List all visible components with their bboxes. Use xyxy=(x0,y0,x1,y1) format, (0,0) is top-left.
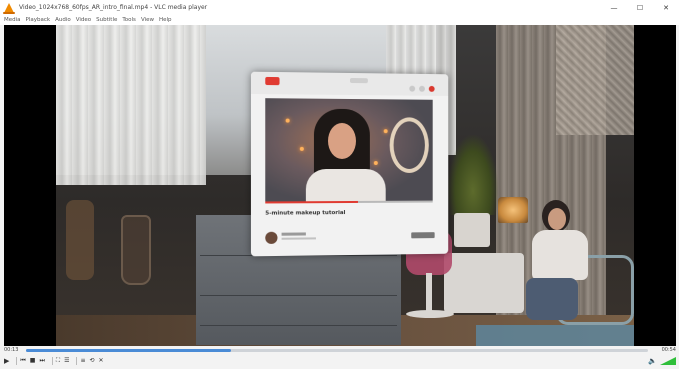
menu-media[interactable]: Media xyxy=(4,17,21,23)
minimize-button[interactable]: — xyxy=(601,0,627,15)
ar-record-icon xyxy=(428,85,435,92)
video-frame: 5-minute makeup tutorial xyxy=(56,25,634,346)
window-title: Video_1024x768_60fps_AR_intro_final.mp4 … xyxy=(19,4,208,11)
vlc-cone-icon xyxy=(3,2,15,14)
ar-browser-topbar xyxy=(250,71,449,96)
close-button[interactable]: ✕ xyxy=(653,0,679,15)
rug xyxy=(476,325,634,346)
ar-url-bar xyxy=(350,77,368,84)
volume-control: 🔈 xyxy=(648,357,676,365)
channel-name-placeholder xyxy=(281,232,306,236)
subscribe-button xyxy=(411,232,435,239)
seek-slider[interactable] xyxy=(26,349,648,352)
channel-meta-placeholder xyxy=(281,237,316,240)
video-site-logo-icon xyxy=(265,76,280,86)
loop-icon[interactable]: ⟲ xyxy=(90,356,95,366)
previous-icon[interactable]: ⏮ xyxy=(20,356,25,366)
speaker-icon[interactable]: 🔈 xyxy=(648,357,657,365)
plant xyxy=(448,135,498,215)
fullscreen-icon[interactable]: ⛶ xyxy=(56,356,60,366)
playback-controls: ▶ ⏮ ■ ⏭ ⛶ ☰ ≡ ⟲ ✕ 🔈 xyxy=(4,355,676,367)
plant-pot xyxy=(454,213,490,247)
chair-base xyxy=(406,310,454,318)
maximize-button[interactable]: ☐ xyxy=(627,0,653,15)
ar-video-thumbnail xyxy=(265,98,433,204)
video-display[interactable]: 5-minute makeup tutorial xyxy=(4,25,676,346)
side-table xyxy=(444,253,524,313)
seek-bar: 00:13 00:54 xyxy=(4,347,676,353)
menu-bar: Media Playback Audio Video Subtitle Tool… xyxy=(0,15,679,25)
ar-video-title: 5-minute makeup tutorial xyxy=(265,210,346,217)
seated-person xyxy=(526,200,596,320)
window-controls: — ☐ ✕ xyxy=(601,0,679,15)
hanging-net-bag xyxy=(121,215,151,285)
ar-dot-icon xyxy=(409,85,416,92)
chair-stand xyxy=(426,273,432,313)
stop-icon[interactable]: ■ xyxy=(30,356,36,366)
shuffle-icon[interactable]: ✕ xyxy=(99,356,104,366)
playlist-icon[interactable]: ≡ xyxy=(80,356,85,366)
ar-dot-icon xyxy=(419,85,425,92)
next-icon[interactable]: ⏭ xyxy=(39,356,44,366)
hanging-bag xyxy=(66,200,94,280)
title-bar: Video_1024x768_60fps_AR_intro_final.mp4 … xyxy=(0,0,679,15)
vlc-window: Video_1024x768_60fps_AR_intro_final.mp4 … xyxy=(0,0,679,369)
channel-avatar xyxy=(265,231,278,244)
time-total: 00:54 xyxy=(661,347,676,353)
menu-help[interactable]: Help xyxy=(159,17,172,23)
extended-settings-icon[interactable]: ☰ xyxy=(64,356,69,366)
menu-audio[interactable]: Audio xyxy=(55,17,71,23)
macrame-wall-hanging xyxy=(556,25,634,135)
ar-video-progress xyxy=(265,200,433,204)
menu-playback[interactable]: Playback xyxy=(26,17,51,23)
volume-slider[interactable] xyxy=(660,357,676,365)
seek-fill xyxy=(26,349,232,352)
menu-tools[interactable]: Tools xyxy=(122,17,136,23)
menu-video[interactable]: Video xyxy=(76,17,91,23)
play-icon[interactable]: ▶ xyxy=(4,356,9,366)
ar-browser-card: 5-minute makeup tutorial xyxy=(250,71,449,257)
curtain-left xyxy=(56,25,206,185)
menu-subtitle[interactable]: Subtitle xyxy=(96,17,117,23)
time-elapsed: 00:13 xyxy=(4,347,19,353)
table-lamp xyxy=(498,197,528,223)
menu-view[interactable]: View xyxy=(141,17,154,23)
